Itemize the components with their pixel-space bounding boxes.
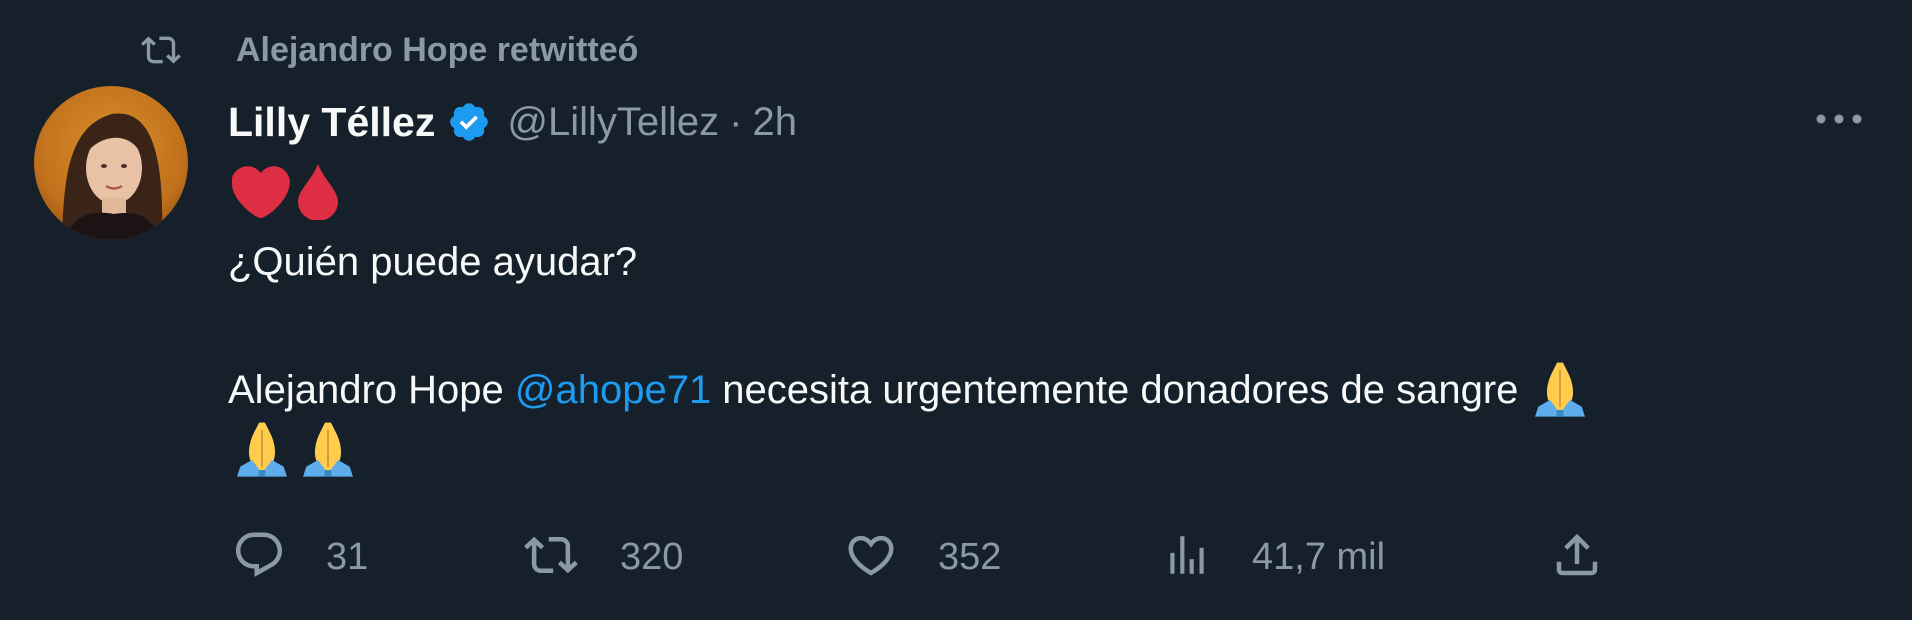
retweet-icon — [522, 528, 580, 587]
tweet-text-line-1: ¿Quién puede ayudar? — [228, 240, 638, 284]
heart-icon — [844, 528, 898, 587]
header-separator: · — [729, 99, 743, 144]
folded-hands-emoji — [298, 420, 358, 485]
views-count: 41,7 mil — [1252, 535, 1386, 578]
reply-icon — [232, 528, 286, 587]
avatar[interactable] — [34, 86, 188, 240]
retweet-icon — [138, 28, 190, 72]
reply-button[interactable]: 31 — [232, 526, 368, 588]
tweet-timestamp[interactable]: 2h — [752, 100, 797, 145]
retweet-count: 320 — [620, 535, 684, 578]
drop-of-blood-emoji — [298, 163, 338, 225]
tweet-text-line-2: Alejandro Hope @ahope71 necesita urgente… — [228, 360, 1590, 420]
tweet-card[interactable]: Alejandro Hope retwitteó Lilly Téllez @L… — [0, 0, 1912, 620]
author-display-name[interactable]: Lilly Téllez — [228, 99, 435, 146]
tweet-actions-bar: 31 320 352 41,7 mil — [232, 526, 1632, 588]
retweet-context-text[interactable]: Alejandro Hope retwitteó — [236, 31, 638, 70]
share-button[interactable] — [1550, 526, 1604, 588]
folded-hands-emoji — [1530, 360, 1590, 420]
verified-badge-icon — [447, 99, 493, 145]
tweet-emoji-line — [231, 163, 338, 225]
like-button[interactable]: 352 — [844, 526, 1001, 588]
more-dots-icon — [1816, 114, 1862, 124]
tweet-text-suffix: necesita urgentemente donadores de sangr… — [711, 368, 1530, 412]
tweet-header: Lilly Téllez @LillyTellez · 2h — [228, 92, 797, 152]
views-chart-icon — [1162, 530, 1212, 585]
tweet-emoji-line-2 — [232, 420, 358, 484]
retweet-button[interactable]: 320 — [522, 526, 683, 588]
retweet-context: Alejandro Hope retwitteó — [138, 28, 638, 72]
red-heart-emoji — [231, 165, 290, 223]
share-icon — [1550, 528, 1604, 587]
more-options-button[interactable] — [1812, 98, 1866, 140]
like-count: 352 — [938, 535, 1002, 578]
author-handle[interactable]: @LillyTellez — [507, 100, 719, 145]
tweet-text-prefix: Alejandro Hope — [228, 368, 515, 412]
views-button[interactable]: 41,7 mil — [1162, 526, 1385, 588]
mention-link[interactable]: @ahope71 — [515, 360, 711, 420]
folded-hands-emoji — [232, 420, 292, 485]
reply-count: 31 — [326, 535, 369, 578]
